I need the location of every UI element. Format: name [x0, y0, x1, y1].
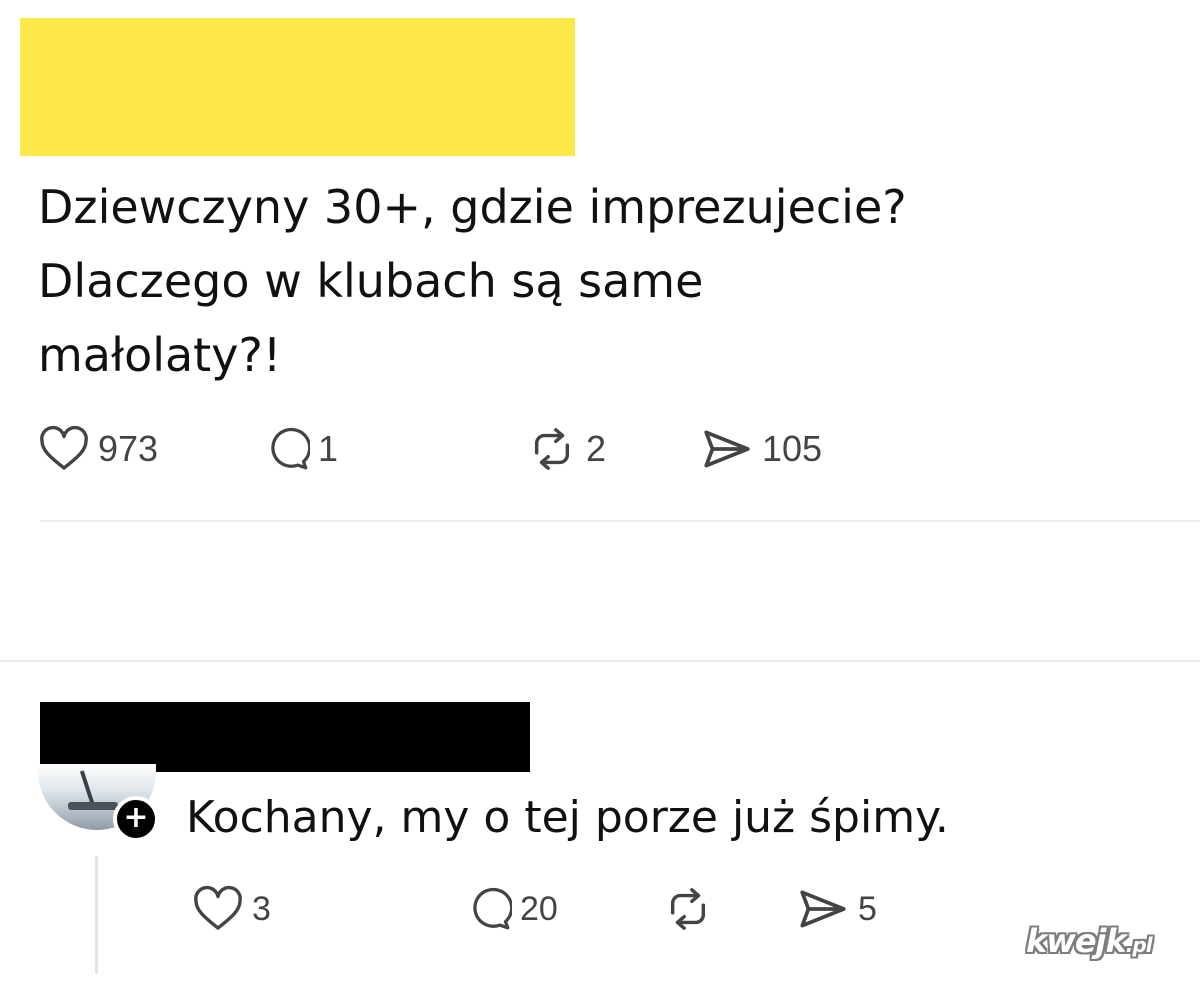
share-button[interactable]: 105: [700, 424, 822, 474]
like-button[interactable]: 973: [38, 424, 158, 474]
post-text-line: Dziewczyny 30+, gdzie imprezujecie?: [38, 180, 907, 234]
share-count: 105: [762, 428, 823, 469]
section-divider: [0, 660, 1200, 662]
heart-icon: [38, 425, 90, 473]
avatar-boat: [68, 802, 118, 810]
repost-button[interactable]: [662, 884, 722, 934]
comment-icon: [466, 886, 512, 932]
post-text: Dziewczyny 30+, gdzie imprezujecie? Dlac…: [38, 170, 1158, 392]
watermark-suffix: .pl: [1125, 933, 1153, 957]
watermark-name: kwejk: [1026, 922, 1127, 960]
share-button[interactable]: 5: [796, 884, 877, 934]
reply-button[interactable]: 1: [264, 424, 338, 474]
follow-button[interactable]: +: [113, 796, 159, 842]
thread-line: [95, 856, 98, 974]
reply-text: Kochany, my o tej porze już śpimy.: [186, 792, 949, 843]
repost-icon: [526, 426, 578, 472]
reply-count: 1: [318, 428, 339, 469]
repost-button[interactable]: 2: [526, 424, 606, 474]
share-icon: [700, 426, 754, 472]
like-button[interactable]: 3: [192, 884, 271, 934]
share-icon: [796, 886, 850, 932]
repost-icon: [662, 886, 714, 932]
watermark-logo: kwejk.pl: [1026, 922, 1153, 960]
post-text-line: małolaty?!: [38, 328, 282, 382]
share-count: 5: [858, 889, 877, 928]
reply-button[interactable]: 20: [466, 884, 558, 934]
redacted-username: [20, 18, 575, 156]
reply-count: 20: [520, 889, 558, 928]
post-divider: [40, 520, 1200, 522]
repost-count: 2: [586, 428, 607, 469]
like-count: 973: [98, 428, 159, 469]
redacted-username: [40, 702, 530, 772]
comment-icon: [264, 426, 310, 472]
heart-icon: [192, 885, 244, 933]
post-text-line: Dlaczego w klubach są same: [38, 254, 704, 308]
like-count: 3: [252, 889, 271, 928]
